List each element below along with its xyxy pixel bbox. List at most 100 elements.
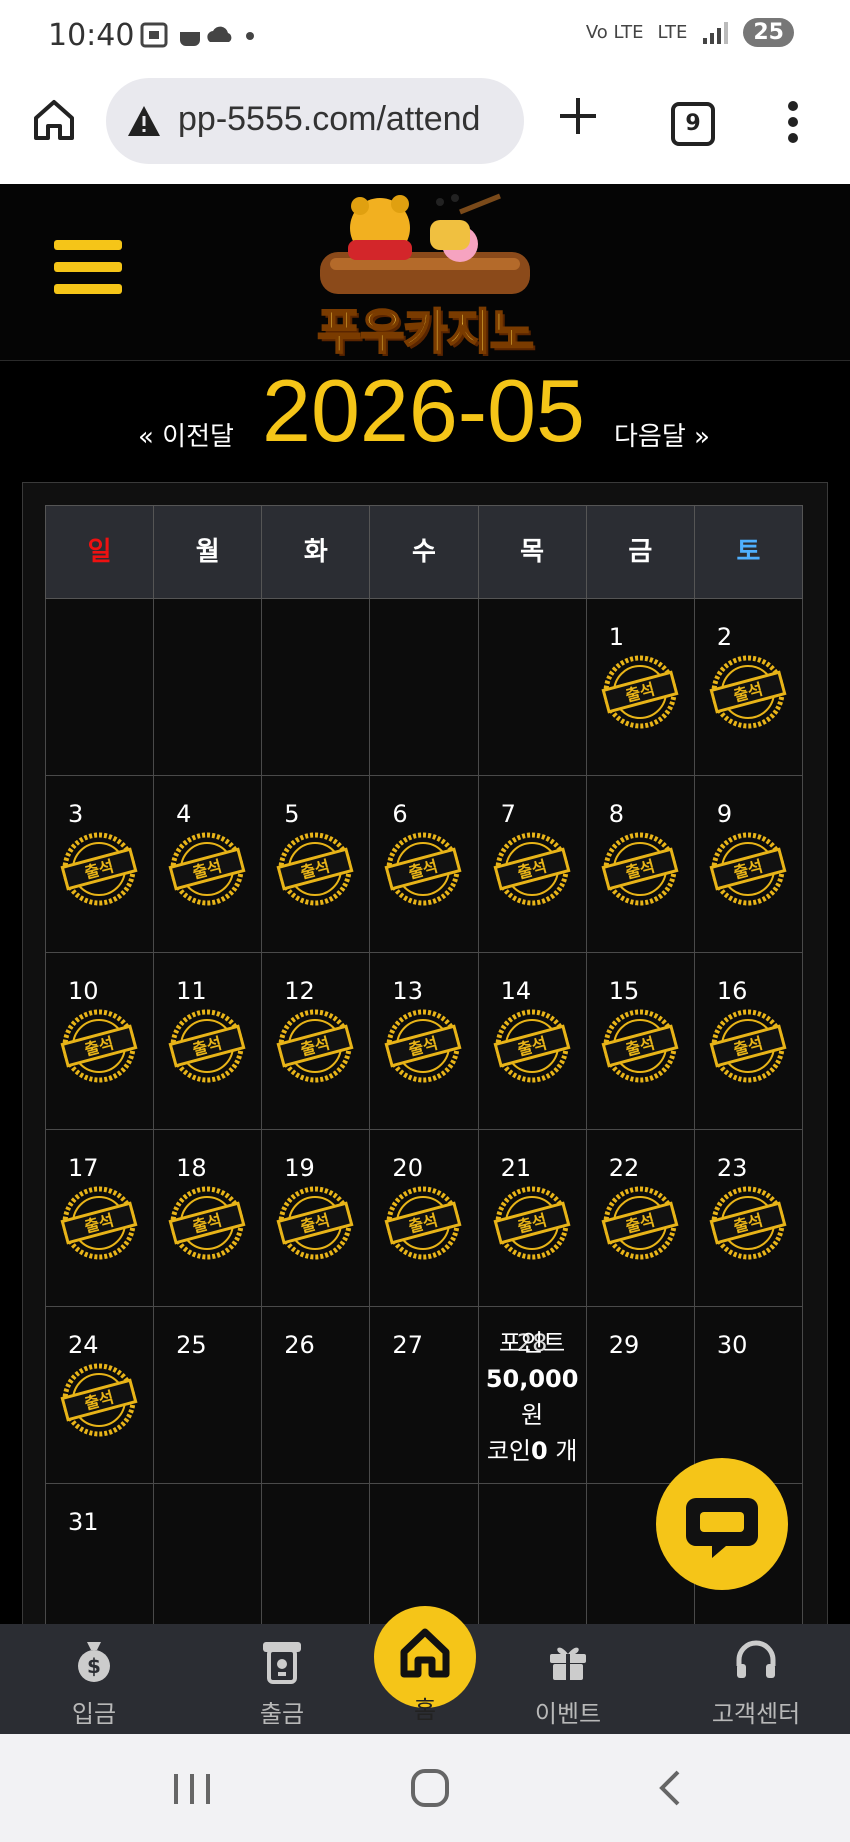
attendance-stamp-icon: 출석	[168, 1186, 246, 1260]
nav-deposit[interactable]: $ 입금	[34, 1624, 154, 1734]
attendance-stamp-icon: 출석	[709, 1009, 787, 1083]
day-number: 3	[68, 800, 84, 828]
nav-withdraw-label: 출금	[259, 1700, 305, 1728]
nav-event-label: 이벤트	[534, 1700, 602, 1728]
calendar-day-cell[interactable]: 2 출석	[694, 599, 803, 776]
day-number: 9	[716, 800, 733, 828]
url-text[interactable]: pp-5555.com/attend	[178, 100, 518, 139]
nav-withdraw[interactable]: 출금	[222, 1624, 342, 1734]
point-unit: 원	[521, 1401, 544, 1429]
attendance-stamp-icon: 출석	[60, 1186, 138, 1260]
weekday-thu: 목	[479, 506, 587, 598]
calendar-day-cell[interactable]: 28 포인트 50,000 원 코인0 개	[478, 1307, 587, 1484]
chat-button[interactable]	[656, 1458, 788, 1590]
android-home-button[interactable]	[410, 1768, 450, 1812]
calendar-day-cell[interactable]: 11 출석	[154, 953, 263, 1130]
battery-indicator: 25	[743, 18, 794, 47]
site-logo[interactable]: 푸우카지노	[300, 192, 550, 361]
calendar-day-cell[interactable]: 3 출석	[46, 776, 155, 953]
day-number: 30	[716, 1331, 748, 1359]
calendar-empty-cell	[262, 599, 371, 776]
calendar-day-cell[interactable]: 9 출석	[694, 776, 803, 953]
calendar-day-cell[interactable]: 6 출석	[370, 776, 479, 953]
day-number: 16	[716, 977, 748, 1005]
attendance-stamp-icon: 출석	[601, 655, 679, 729]
menu-button[interactable]	[54, 240, 122, 306]
calendar-day-cell[interactable]: 16 출석	[694, 953, 803, 1130]
weekday-mon: 월	[154, 506, 263, 598]
calendar-day-cell[interactable]: 18 출석	[154, 1130, 263, 1307]
calendar-day-cell[interactable]: 19 출석	[262, 1130, 371, 1307]
attendance-stamp-icon: 출석	[601, 1186, 679, 1260]
calendar-day-cell[interactable]: 13 출석	[370, 953, 479, 1130]
back-button[interactable]	[654, 1768, 684, 1812]
calendar-day-cell[interactable]: 22 출석	[586, 1130, 695, 1307]
calendar-day-cell[interactable]: 21 출석	[478, 1130, 587, 1307]
day-number: 7	[500, 800, 516, 828]
calendar-day-cell[interactable]: 25	[154, 1307, 263, 1484]
calendar-day-cell[interactable]: 23 출석	[694, 1130, 803, 1307]
calendar-day-cell[interactable]: 27	[370, 1307, 479, 1484]
coin-value: 0	[531, 1437, 548, 1465]
coin-label: 코인	[486, 1437, 531, 1465]
nav-event[interactable]: 이벤트	[508, 1624, 628, 1734]
calendar-day-cell[interactable]: 20 출석	[370, 1130, 479, 1307]
logo-text: 푸우카지노	[316, 303, 535, 361]
attendance-stamp-icon: 출석	[276, 832, 354, 906]
more-menu-button[interactable]	[786, 100, 800, 144]
status-bar: 10:40 Vo LTE LTE 25	[0, 0, 850, 72]
calendar-day-cell[interactable]: 14 출석	[478, 953, 587, 1130]
chat-bubble-icon	[686, 1498, 758, 1558]
today-day-number: 28	[516, 1329, 548, 1357]
calendar-day-cell[interactable]: 8 출석	[586, 776, 695, 953]
weekday-tue: 화	[262, 506, 371, 598]
day-number: 26	[284, 1331, 315, 1359]
address-bar[interactable]: pp-5555.com/attend	[106, 78, 524, 164]
attendance-stamp-icon: 출석	[709, 655, 787, 729]
day-number: 10	[68, 977, 99, 1005]
attendance-stamp-icon: 출석	[384, 1009, 462, 1083]
day-number: 15	[608, 977, 640, 1005]
calendar-day-cell[interactable]: 7 출석	[478, 776, 587, 953]
weekday-fri: 금	[587, 506, 695, 598]
notification-icons-svg	[140, 22, 254, 48]
calendar-day-cell[interactable]: 24 출석	[46, 1307, 155, 1484]
calendar-day-cell[interactable]: 15 출석	[586, 953, 695, 1130]
attendance-stamp-icon: 출석	[493, 832, 571, 906]
hamburger-line	[54, 262, 122, 272]
calendar-day-cell[interactable]: 5 출석	[262, 776, 371, 953]
day-number: 14	[500, 977, 532, 1005]
home-icon	[34, 100, 74, 140]
calendar-empty-cell	[370, 599, 479, 776]
calendar-day-cell[interactable]: 4 출석	[154, 776, 263, 953]
calendar-day-cell[interactable]: 26	[262, 1307, 371, 1484]
nav-home[interactable]: 홈	[374, 1606, 476, 1736]
atm-icon	[263, 1642, 301, 1684]
calendar-day-cell[interactable]: 1 출석	[586, 599, 695, 776]
gift-icon	[550, 1647, 586, 1680]
headset-icon	[736, 1640, 776, 1678]
day-number: 17	[68, 1154, 99, 1182]
browser-toolbar: pp-5555.com/attend 9	[0, 72, 850, 184]
attendance-stamp-icon: 출석	[168, 1009, 246, 1083]
month-navigation: « 이전달 2026-05 다음달 »	[0, 360, 850, 480]
attendance-stamp-icon: 출석	[601, 1009, 679, 1083]
attendance-stamp-icon: 출석	[276, 1009, 354, 1083]
recent-apps-button[interactable]	[172, 1772, 212, 1810]
new-tab-button[interactable]	[558, 94, 598, 144]
browser-home-button[interactable]	[30, 96, 78, 144]
day-number: 6	[392, 800, 408, 828]
calendar-day-cell[interactable]: 17 출석	[46, 1130, 155, 1307]
nav-support[interactable]: 고객센터	[696, 1624, 816, 1734]
prev-month-link[interactable]: « 이전달	[138, 416, 234, 453]
day-number: 21	[500, 1154, 532, 1182]
day-number: 11	[176, 977, 207, 1005]
calendar-week-row: 10 출석 11 출석 12 출석 13 출석 14 출석 15 출석 16 출석	[45, 953, 803, 1130]
nav-support-label: 고객센터	[711, 1700, 801, 1728]
calendar-day-cell[interactable]: 10 출석	[46, 953, 155, 1130]
calendar-day-cell[interactable]: 12 출석	[262, 953, 371, 1130]
next-month-link[interactable]: 다음달 »	[614, 416, 710, 453]
tab-switcher-button[interactable]: 9	[671, 102, 715, 146]
hamburger-line	[54, 240, 122, 250]
calendar-empty-cell	[46, 599, 155, 776]
